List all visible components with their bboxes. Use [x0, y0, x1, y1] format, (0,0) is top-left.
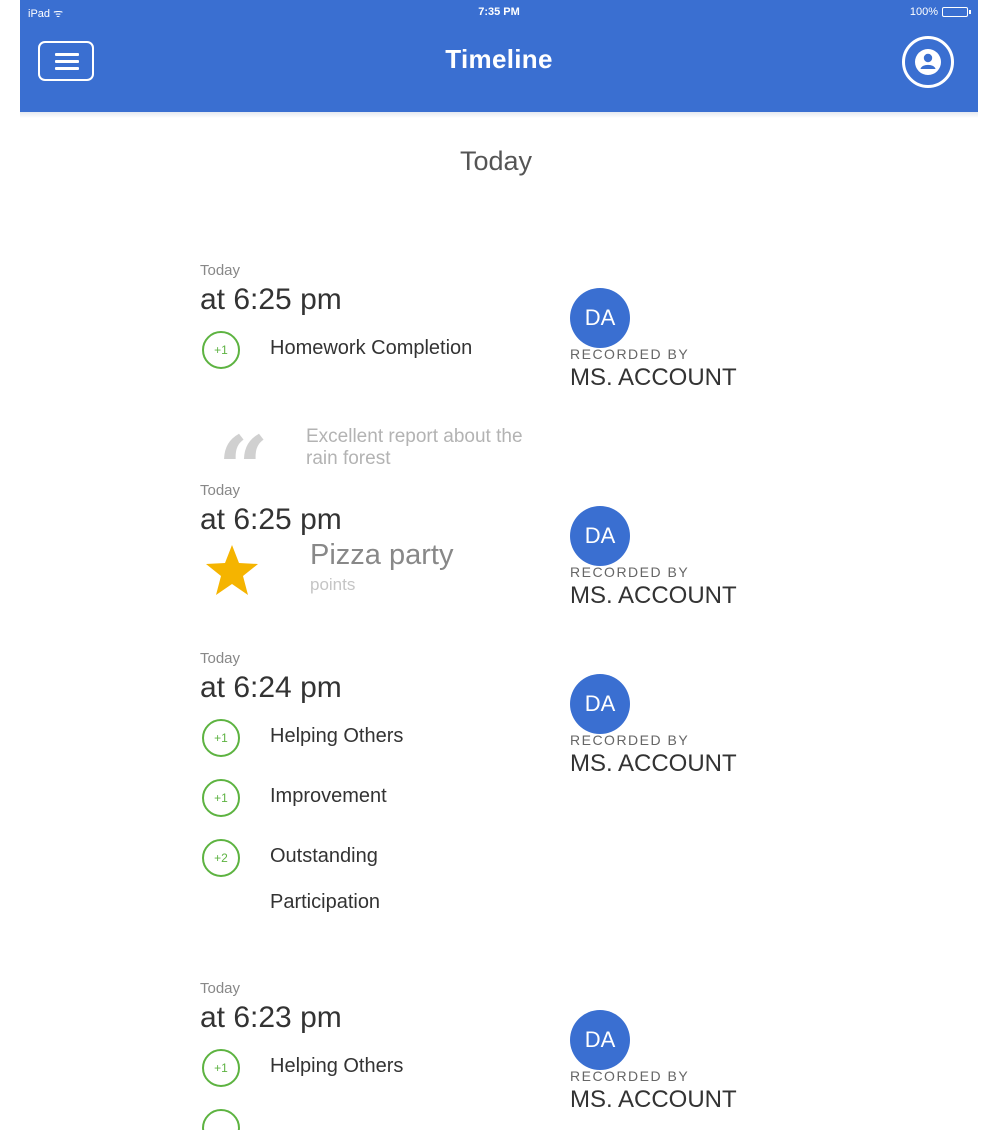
- entry-day: Today: [200, 650, 241, 667]
- points-badge: +1: [202, 719, 240, 757]
- recorded-by: DA RECORDED BY MS. ACCOUNT: [570, 1010, 737, 1114]
- points-badge: +1: [202, 779, 240, 817]
- battery-icon: [942, 7, 971, 17]
- entry-day: Today: [200, 980, 241, 997]
- user-icon: [915, 49, 941, 75]
- recorder-name: MS. ACCOUNT: [570, 582, 737, 609]
- profile-button[interactable]: [902, 36, 954, 88]
- nav-divider: [20, 112, 978, 118]
- award-name: Pizza party: [310, 539, 454, 571]
- points-badge: +1: [202, 1049, 240, 1087]
- recorded-by-label: RECORDED BY: [570, 564, 690, 580]
- recorded-by-label: RECORDED BY: [570, 732, 690, 748]
- points-badge: +1: [202, 331, 240, 369]
- recorded-by-label: RECORDED BY: [570, 1068, 690, 1084]
- behavior-name: Helping Others: [270, 725, 404, 747]
- timeline-entry[interactable]: Today at 6:25 pm +1 Homework Completion …: [200, 262, 800, 391]
- avatar: DA: [570, 1010, 630, 1070]
- section-header: Today: [459, 146, 533, 176]
- entry-day: Today: [200, 482, 241, 499]
- award-subtitle: points: [310, 575, 356, 594]
- recorded-by: DA RECORDED BY MS. ACCOUNT: [570, 674, 737, 778]
- page-title: Timeline: [445, 44, 553, 74]
- nav-bar: Timeline: [20, 26, 978, 112]
- behavior-name: Homework Completion: [270, 337, 473, 359]
- recorded-by: DA RECORDED BY MS. ACCOUNT: [570, 506, 737, 610]
- status-bar: iPad ᯤ 7:35 PM 100%: [20, 0, 978, 26]
- note-text: Excellent report about the rain forest: [306, 426, 523, 469]
- avatar: DA: [570, 506, 630, 566]
- timeline-entry[interactable]: Today at 6:24 pm +1 Helping Others +1 Im…: [200, 650, 800, 913]
- battery-status: 100%: [909, 6, 971, 18]
- recorded-by: DA RECORDED BY MS. ACCOUNT: [570, 288, 737, 392]
- timeline-entry[interactable]: Today at 6:25 pm Pizza party points DA R…: [200, 482, 800, 617]
- behavior-name: Outstanding Participation: [270, 845, 381, 913]
- points-badge: +2: [202, 839, 240, 877]
- recorder-name: MS. ACCOUNT: [570, 364, 737, 391]
- entry-day: Today: [200, 262, 241, 279]
- status-time: 7:35 PM: [478, 6, 520, 18]
- recorder-name: MS. ACCOUNT: [570, 750, 737, 777]
- behavior-name: Improvement: [270, 785, 387, 807]
- recorded-by-label: RECORDED BY: [570, 346, 690, 362]
- timeline-entry[interactable]: Today at 6:23 pm +1 Helping Others DA RE…: [200, 980, 800, 1130]
- behavior-item: +1 Improvement: [200, 779, 800, 839]
- avatar: DA: [570, 288, 630, 348]
- points-badge: [202, 1109, 240, 1130]
- behavior-name: Helping Others: [270, 1055, 404, 1077]
- recorder-name: MS. ACCOUNT: [570, 1086, 737, 1113]
- battery-percent: 100%: [909, 6, 938, 18]
- behavior-item: +2 Outstanding Participation: [200, 839, 800, 913]
- star-icon: [206, 545, 258, 595]
- avatar: DA: [570, 674, 630, 734]
